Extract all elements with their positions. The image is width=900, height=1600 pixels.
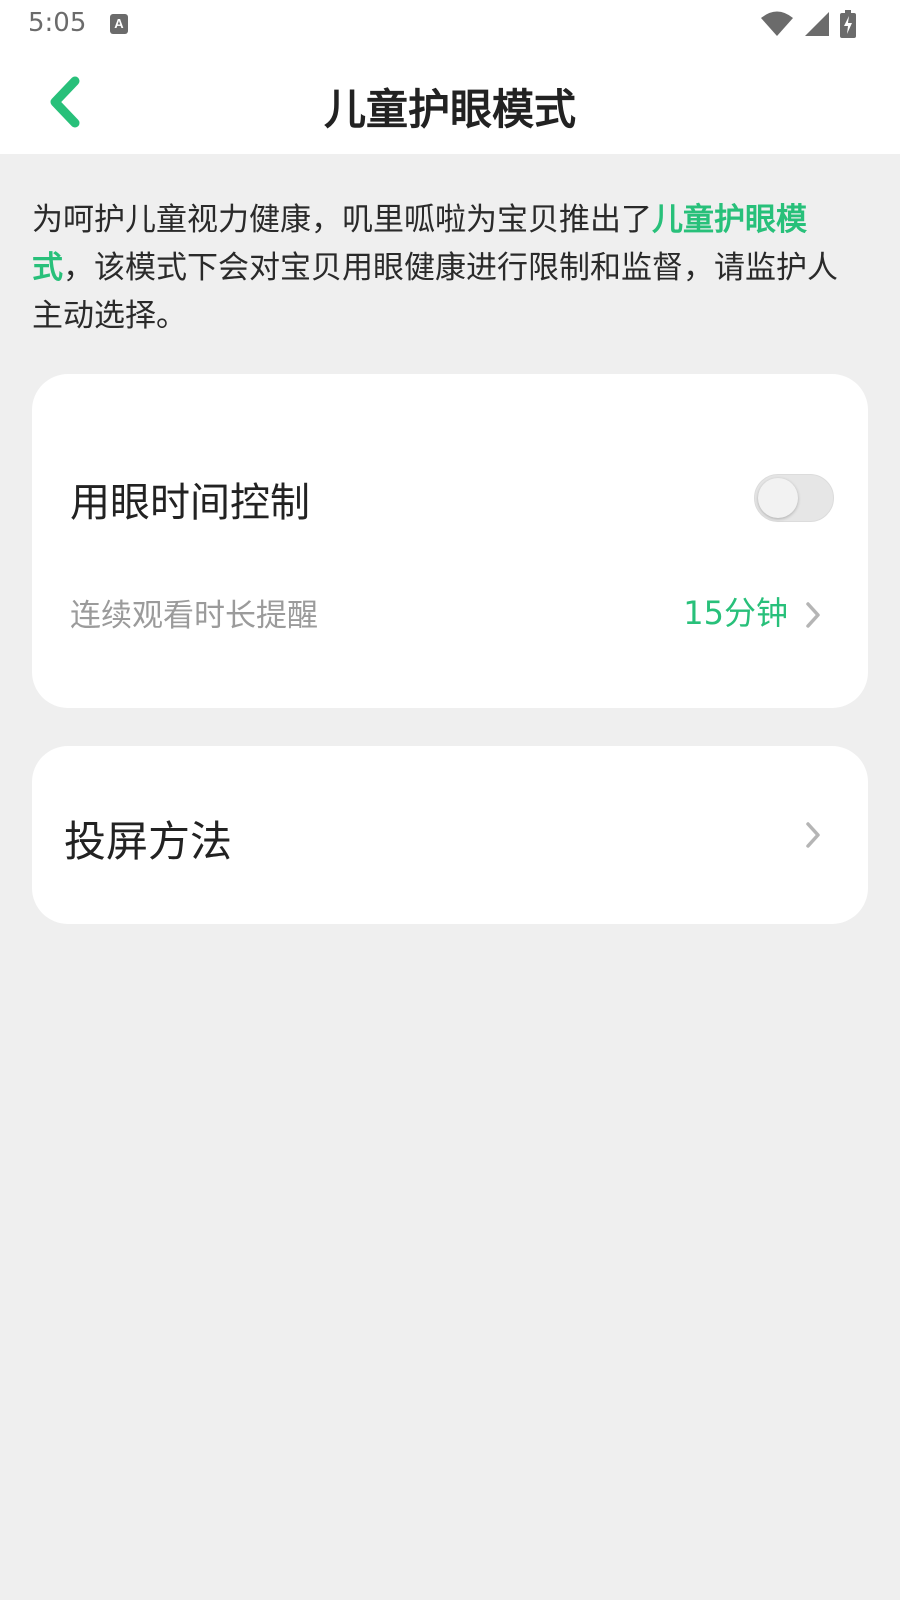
wifi-icon <box>761 11 793 36</box>
eye-time-control-title: 用眼时间控制 <box>70 480 310 526</box>
status-time: 5:05 <box>28 8 87 38</box>
signal-icon <box>805 12 829 36</box>
keyboard-a-icon: A <box>110 14 128 34</box>
toggle-knob <box>758 478 798 518</box>
intro-text-part2: ，该模式下会对宝贝用眼健康进行限制和监督，请监护人主动选择。 <box>32 250 838 334</box>
reminder-value[interactable]: 15分钟 <box>683 588 788 634</box>
app-bar: 儿童护眼模式 <box>0 50 900 154</box>
cast-method-card[interactable]: 投屏方法 <box>32 746 868 924</box>
page-title: 儿童护眼模式 <box>323 85 576 134</box>
eye-time-control-toggle[interactable] <box>754 474 834 522</box>
status-icons <box>760 10 856 38</box>
svg-text:A: A <box>114 16 124 31</box>
chevron-right-icon <box>806 822 820 848</box>
battery-charging-icon <box>840 10 856 38</box>
intro-text: 为呵护儿童视力健康，叽里呱啦为宝贝推出了儿童护眼模式，该模式下会对宝贝用眼健康进… <box>32 196 868 340</box>
status-bar: 5:05 A <box>0 0 900 50</box>
reminder-label: 连续观看时长提醒 <box>70 598 318 634</box>
eye-time-card: 用眼时间控制 连续观看时长提醒 15分钟 <box>32 374 868 708</box>
intro-text-part1: 为呵护儿童视力健康，叽里呱啦为宝贝推出了 <box>32 202 652 238</box>
chevron-right-icon[interactable] <box>804 600 822 630</box>
cast-method-title: 投屏方法 <box>64 817 233 866</box>
